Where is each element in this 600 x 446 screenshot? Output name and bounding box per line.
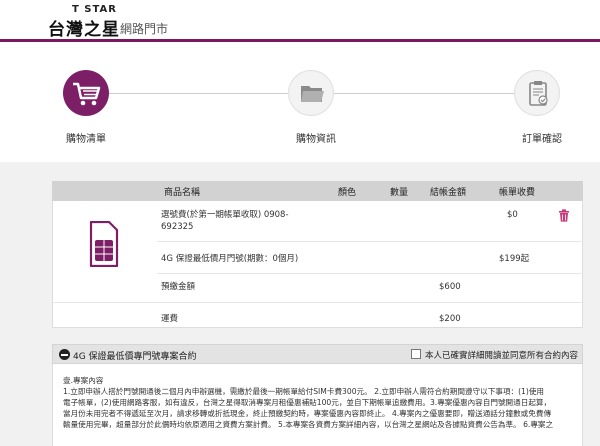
row-divider	[157, 273, 581, 274]
prepay-amount: $600	[439, 282, 461, 292]
prepay-label: 預繳金額	[161, 282, 196, 292]
item-number-fee-line2: 692325	[161, 222, 194, 232]
step-cart	[63, 70, 109, 116]
contract-line: 壹.專案內容	[63, 376, 104, 385]
contract-line: 電子帳單，(2)使用網路客服，如有違反，台灣之星得取消專案月租優惠補貼100元，…	[63, 398, 552, 407]
step-label-cart: 購物清單	[66, 134, 106, 145]
col-checkout: 結帳金額	[430, 188, 467, 198]
item-plan-monthly: $199起	[499, 254, 530, 264]
brand-zh: 台灣之星	[48, 20, 120, 40]
contract-line: 輸量使用完畢，超量部分於此價時均依原適用之資費方案計費。 5.本專案各資費方案詳…	[63, 420, 554, 429]
contract-header[interactable]: 4G 保證最低價專門號專案合約 本人已確實詳細閱讀並同意所有合約內容	[52, 344, 583, 364]
step-info	[288, 70, 334, 116]
shipping-amount: $200	[439, 314, 461, 324]
item-plan-name: 4G 保證最低價月門號(期數：0個月)	[161, 254, 299, 264]
item-number-fee-line1: 選號費(於第一期帳單收取) 0908-	[161, 210, 289, 220]
clipboard-check-icon	[529, 81, 548, 106]
contract-text[interactable]: 壹.專案內容 1.立即申辦人搭於門號開通後二個月內申辦選機，需繳於最後一期帳單給…	[52, 364, 583, 446]
collapse-icon[interactable]	[59, 349, 70, 360]
agree-checkbox[interactable]	[411, 349, 421, 359]
sim-card-icon	[89, 221, 119, 267]
store-subtitle: 網路門市	[120, 22, 169, 36]
step-connector	[108, 93, 288, 94]
row-divider	[53, 302, 582, 303]
checkout-steps: 購物清單 購物資訊 訂單確認	[0, 42, 600, 162]
contract-line: 1.立即申辦人搭於門號開通後二個月內申辦選機，需繳於最後一期帳單給付SIM卡費3…	[63, 387, 545, 396]
trash-icon[interactable]	[558, 209, 570, 222]
col-product: 商品名稱	[164, 188, 201, 198]
step-connector	[334, 93, 514, 94]
brand-en: T STAR	[72, 4, 117, 15]
header: T STAR 台灣之星 網路門市	[0, 0, 600, 42]
col-monthly: 帳單收費	[499, 188, 536, 198]
col-color: 顏色	[338, 188, 357, 198]
contract-line: 當月份未用完者不得遞延至次月，請求移轉或折抵現金，終止預繳契約時，專案優惠內容即…	[63, 409, 552, 418]
step-confirm	[514, 70, 560, 116]
cart-table-body: 選號費(於第一期帳單收取) 0908- 692325 $0 4G 保證最低價月門…	[52, 201, 583, 328]
folder-icon	[301, 86, 324, 102]
shipping-label: 運費	[161, 314, 179, 324]
col-qty: 數量	[390, 188, 409, 198]
cart-table-header: 商品名稱 顏色 數量 結帳金額 帳單收費	[52, 181, 583, 201]
row-divider	[157, 241, 581, 242]
step-label-confirm: 訂單確認	[522, 134, 562, 145]
agree-label[interactable]: 本人已確實詳細閱讀並同意所有合約內容	[425, 349, 578, 361]
cart-icon	[73, 82, 101, 106]
contract-title: 4G 保證最低價專門號專案合約	[73, 352, 197, 362]
step-label-info: 購物資訊	[296, 134, 336, 145]
item-number-fee-monthly: $0	[507, 210, 518, 220]
